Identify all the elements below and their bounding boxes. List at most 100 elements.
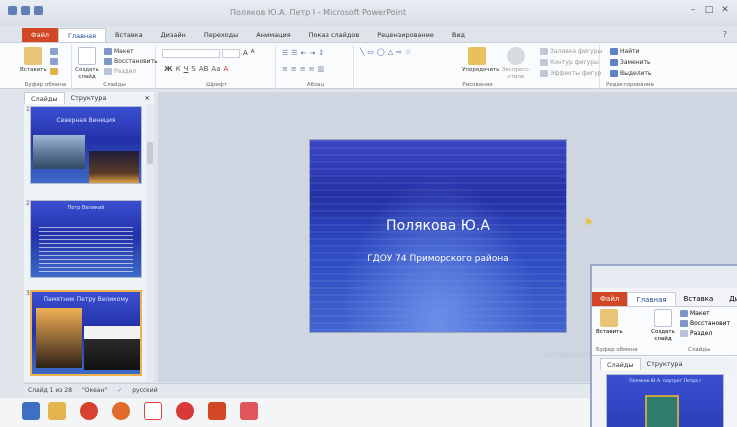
thumb-title: Северная Венеция <box>56 117 116 124</box>
tab-transitions[interactable]: Переходы <box>195 28 247 42</box>
tab-home-2[interactable]: Главная <box>627 291 676 307</box>
second-slide-thumbnail[interactable]: Поляков Ю.А. портрет Петра I <box>606 374 724 427</box>
columns-icon[interactable]: ▥ <box>318 65 325 73</box>
quick-styles-button[interactable]: Экспресс-стили <box>496 47 536 81</box>
strike-icon[interactable]: S <box>191 65 195 73</box>
shape-fill-button[interactable]: Заливка фигуры <box>540 48 602 55</box>
arrow-icon: ⇨ <box>396 48 402 56</box>
slide-title[interactable]: Полякова Ю.А <box>310 218 566 234</box>
indent-decrease-icon[interactable]: ⇤ <box>301 49 307 57</box>
tab-slides[interactable]: Слайды <box>24 92 65 104</box>
reset-button-2[interactable]: Восстановит <box>680 320 730 327</box>
slide-subtitle[interactable]: ГДОУ 74 Приморского района <box>310 254 566 264</box>
case-icon[interactable]: Аа <box>211 65 220 73</box>
help-icon[interactable]: ? <box>723 30 727 39</box>
align-center-icon[interactable]: ≡ <box>291 65 297 73</box>
format-painter-icon[interactable] <box>50 68 58 75</box>
close-app-icon[interactable] <box>176 402 194 420</box>
picture-icon[interactable] <box>240 402 258 420</box>
minimize-button[interactable]: – <box>687 4 699 16</box>
tab-insert[interactable]: Вставка <box>106 28 152 42</box>
tab-outline-2[interactable]: Структура <box>641 358 689 370</box>
yandex-icon[interactable] <box>144 402 162 420</box>
section-button-2[interactable]: Раздел <box>680 330 712 337</box>
quick-styles-icon <box>507 47 525 65</box>
maximize-button[interactable]: □ <box>703 4 715 16</box>
spacing-icon[interactable]: АВ <box>199 65 209 73</box>
replace-button[interactable]: Заменить <box>610 59 651 66</box>
align-right-icon[interactable]: ≡ <box>300 65 306 73</box>
tab-slides-2[interactable]: Слайды <box>600 358 641 370</box>
create-slide-button[interactable]: Создать слайд <box>74 47 100 81</box>
redo-icon[interactable] <box>34 6 43 15</box>
copy-icon[interactable] <box>50 58 58 65</box>
shapes-gallery[interactable]: ╲ ▭ ◯ △ ⇨ ☆ <box>360 48 411 56</box>
section-button[interactable]: Раздел <box>104 68 136 75</box>
thumb-text-lines <box>39 227 133 273</box>
explorer-icon[interactable] <box>48 402 66 420</box>
tab-view[interactable]: Вид <box>443 28 474 42</box>
spellcheck-icon[interactable]: ✓ <box>117 387 122 394</box>
thumbnail-scrollbar[interactable] <box>146 104 154 382</box>
layout-button-2[interactable]: Макет <box>680 310 710 317</box>
slide-thumbnail-3[interactable]: Памятник Петру Великому <box>30 290 142 376</box>
find-button[interactable]: Найти <box>610 48 639 55</box>
pane-header: Слайды Структура × <box>24 92 154 104</box>
bold-icon[interactable]: Ж <box>164 65 173 73</box>
slide-counter: Слайд 1 из 28 <box>28 387 73 394</box>
grow-font-button[interactable]: A <box>243 49 248 57</box>
tab-animation[interactable]: Анимация <box>247 28 299 42</box>
tab-slideshow[interactable]: Показ слайдов <box>300 28 369 42</box>
font-size-dropdown[interactable] <box>222 49 240 58</box>
paste-button-2[interactable]: Вставить <box>596 309 623 336</box>
justify-icon[interactable]: ≡ <box>309 65 315 73</box>
tab-file-2[interactable]: Файл <box>592 292 628 306</box>
font-name-dropdown[interactable] <box>162 49 220 58</box>
shrink-font-button[interactable]: A <box>251 49 255 57</box>
bullets-icon[interactable]: ☰ <box>282 49 288 57</box>
undo-icon[interactable] <box>21 6 30 15</box>
tab-design[interactable]: Дизайн <box>152 28 195 42</box>
underline-icon[interactable]: Ч <box>184 65 189 73</box>
clipboard-icon <box>24 47 42 65</box>
align-left-icon[interactable]: ≡ <box>282 65 288 73</box>
shape-effects-button[interactable]: Эффекты фигур <box>540 70 601 77</box>
close-pane-icon[interactable]: × <box>145 92 154 104</box>
paste-button[interactable]: Вставить <box>20 47 47 74</box>
shape-outline-button[interactable]: Контур фигуры <box>540 59 599 66</box>
ribbon: Вставить Буфер обмена Создать слайд Маке… <box>0 42 737 89</box>
save-icon[interactable] <box>8 6 17 15</box>
tab-design-2[interactable]: Дизай <box>721 292 737 306</box>
italic-icon[interactable]: К <box>176 65 181 73</box>
powerpoint-icon[interactable] <box>208 402 226 420</box>
layout-button[interactable]: Макет <box>104 48 134 55</box>
line-spacing-icon[interactable]: ↕ <box>318 49 324 57</box>
windows-start-icon[interactable] <box>22 402 40 420</box>
arrange-button[interactable]: Упорядочить <box>462 47 500 74</box>
tab-file[interactable]: Файл <box>22 28 58 42</box>
browser-icon[interactable] <box>112 402 130 420</box>
tab-insert-2[interactable]: Вставка <box>676 292 722 306</box>
second-powerpoint-window[interactable]: Файл Главная Вставка Дизай Вставить Созд… <box>590 264 737 427</box>
select-button[interactable]: Выделить <box>610 70 651 77</box>
star-icon: ☆ <box>404 48 412 56</box>
quick-access-toolbar <box>8 6 43 15</box>
reset-button[interactable]: Восстановить <box>104 58 158 65</box>
cut-icon[interactable] <box>50 48 58 55</box>
tab-home[interactable]: Главная <box>57 28 107 42</box>
create-slide-button-2[interactable]: Создать слайд <box>650 309 676 343</box>
new-slide-icon <box>654 309 672 327</box>
indent-increase-icon[interactable]: ⇥ <box>309 49 315 57</box>
second-pane-header: Слайды Структура <box>600 358 730 370</box>
scrollbar-thumb[interactable] <box>147 142 153 164</box>
language[interactable]: русский <box>132 387 157 394</box>
current-slide[interactable]: Полякова Ю.А ГДОУ 74 Приморского района <box>309 139 567 333</box>
tab-review[interactable]: Рецензирование <box>368 28 443 42</box>
numbering-icon[interactable]: ☰ <box>291 49 297 57</box>
close-button[interactable]: ✕ <box>719 4 731 16</box>
slide-thumbnail-1[interactable]: Северная Венеция <box>30 106 142 184</box>
slide-thumbnail-2[interactable]: Петр Великий <box>30 200 142 278</box>
tab-outline[interactable]: Структура <box>65 92 113 104</box>
chrome-icon[interactable] <box>80 402 98 420</box>
font-color-icon[interactable]: А <box>224 65 229 73</box>
